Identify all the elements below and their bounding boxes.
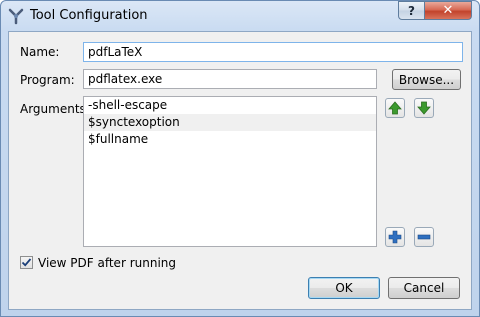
help-button[interactable]: ? xyxy=(398,1,425,20)
close-button[interactable]: ✕ xyxy=(424,1,472,20)
cancel-button[interactable]: Cancel xyxy=(388,277,460,299)
close-icon: ✕ xyxy=(442,3,454,18)
plus-icon xyxy=(388,230,402,244)
view-pdf-checkbox[interactable] xyxy=(20,256,33,269)
arguments-label: Arguments: xyxy=(20,102,90,116)
ok-button[interactable]: OK xyxy=(308,277,380,299)
add-argument-button[interactable] xyxy=(385,227,405,247)
title-bar[interactable]: Tool Configuration ? ✕ xyxy=(1,1,479,31)
arguments-list[interactable]: -shell-escape $synctexoption $fullname xyxy=(83,96,377,247)
name-field[interactable]: pdfLaTeX xyxy=(83,42,463,62)
remove-argument-button[interactable] xyxy=(414,227,434,247)
dialog-body: Name: pdfLaTeX Program: pdflatex.exe Bro… xyxy=(8,31,472,310)
move-up-button[interactable] xyxy=(385,98,405,118)
browse-button[interactable]: Browse... xyxy=(392,69,461,90)
minus-icon xyxy=(417,234,431,240)
argument-item[interactable]: $fullname xyxy=(84,131,376,148)
program-field[interactable]: pdflatex.exe xyxy=(83,69,377,89)
dialog-window: Tool Configuration ? ✕ Name: pdfLaTeX Pr… xyxy=(0,0,480,317)
help-icon: ? xyxy=(408,3,415,18)
app-icon xyxy=(8,8,24,25)
checkmark-icon xyxy=(21,258,32,267)
argument-item[interactable]: $synctexoption xyxy=(84,114,376,131)
arrow-up-icon xyxy=(388,101,402,115)
view-pdf-label[interactable]: View PDF after running xyxy=(38,256,176,270)
argument-item[interactable]: -shell-escape xyxy=(84,97,376,114)
window-title: Tool Configuration xyxy=(30,8,148,23)
arrow-down-icon xyxy=(417,101,431,115)
move-down-button[interactable] xyxy=(414,98,434,118)
program-label: Program: xyxy=(20,73,75,87)
name-label: Name: xyxy=(20,45,60,59)
